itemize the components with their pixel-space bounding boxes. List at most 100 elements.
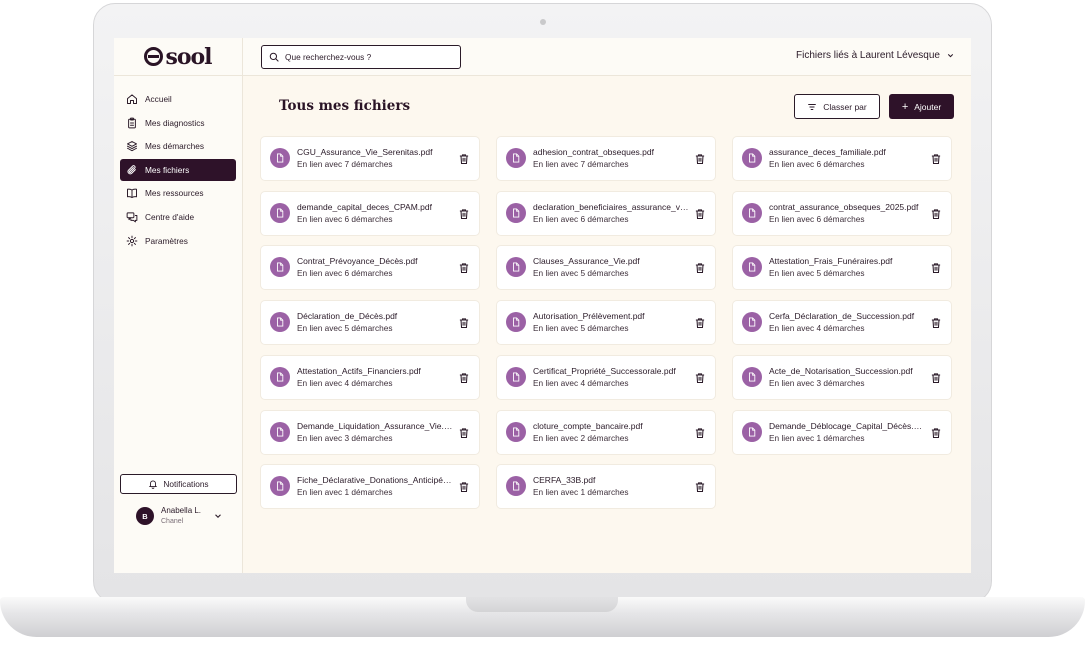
document-icon <box>506 476 526 497</box>
file-name[interactable]: adhesion_contrat_obseques.pdf <box>533 147 689 157</box>
sidebar-nav: Accueil Mes diagnostics Mes démarches Mes f… <box>114 76 242 252</box>
file-card[interactable]: Demande_Déblocage_Capital_Décès.pdf En li… <box>733 410 951 454</box>
trash-icon[interactable] <box>930 371 942 383</box>
chevron-down-icon[interactable] <box>213 511 223 521</box>
file-card[interactable]: Acte_de_Notarisation_Succession.pdf En li… <box>733 355 951 399</box>
logo-mark-icon <box>144 47 164 66</box>
file-links-count: En lien avec 4 démarches <box>297 377 393 388</box>
linked-person-selector[interactable]: Fichiers liés à Laurent Lévesque <box>796 50 955 61</box>
add-button-label: Ajouter <box>914 101 942 112</box>
file-card[interactable]: assurance_deces_familiale.pdf En lien ave… <box>733 137 951 180</box>
document-icon <box>742 148 762 168</box>
file-name[interactable]: Acte_de_Notarisation_Succession.pdf <box>769 366 925 376</box>
trash-icon[interactable] <box>458 316 470 329</box>
file-card[interactable]: adhesion_contrat_obseques.pdf En lien ave… <box>497 137 715 180</box>
trash-icon[interactable] <box>458 371 470 383</box>
logo[interactable]: sool <box>114 38 242 76</box>
trash-icon[interactable] <box>458 207 470 219</box>
plus-icon: + <box>901 100 909 113</box>
trash-icon[interactable] <box>458 480 470 493</box>
sort-button-label: Classer par <box>823 101 867 112</box>
file-card[interactable]: Déclaration_de_Décès.pdf En lien avec 5 d… <box>261 301 479 345</box>
file-card[interactable]: Attestation_Frais_Funéraires.pdf En lien … <box>733 246 951 290</box>
file-name[interactable]: Fiche_Déclarative_Donations_Anticipées.p… <box>297 475 453 485</box>
document-icon <box>742 366 762 387</box>
user-menu[interactable]: B Anabella L. Chanel <box>136 505 223 527</box>
camera-dot <box>540 19 546 25</box>
file-name[interactable]: Déclaration_de_Décès.pdf <box>297 311 453 321</box>
trash-icon[interactable] <box>458 152 470 165</box>
file-card[interactable]: CERFA_33B.pdf En lien avec 1 démarches <box>497 465 715 509</box>
sidebar-item-centre-d-aide[interactable]: Centre d'aide <box>120 206 236 228</box>
file-name[interactable]: Demande_Déblocage_Capital_Décès.pdf <box>769 421 925 431</box>
file-name[interactable]: cloture_compte_bancaire.pdf <box>533 421 689 431</box>
file-name[interactable]: Contrat_Prévoyance_Décès.pdf <box>297 256 453 266</box>
sidebar-item-parametres[interactable]: Paramètres <box>120 230 236 252</box>
file-name[interactable]: Autorisation_Prélèvement.pdf <box>533 311 689 321</box>
add-file-button[interactable]: + Ajouter <box>889 94 954 119</box>
file-card[interactable]: Demande_Liquidation_Assurance_Vie.pdf En … <box>261 410 479 454</box>
search-icon <box>269 52 279 62</box>
sidebar-item-label: Paramètres <box>145 235 188 246</box>
trash-icon[interactable] <box>930 426 942 438</box>
trash-icon[interactable] <box>694 480 706 493</box>
laptop-notch <box>466 597 618 612</box>
file-card[interactable]: declaration_beneficiaires_assurance_vie.… <box>497 191 715 235</box>
file-links-count: En lien avec 7 démarches <box>533 159 629 169</box>
trash-icon[interactable] <box>694 316 706 329</box>
file-card[interactable]: Clauses_Assurance_Vie.pdf En lien avec 5 … <box>497 246 715 290</box>
sidebar-item-mes-demarches[interactable]: Mes démarches <box>120 135 236 157</box>
document-icon <box>270 257 290 278</box>
page-title: Tous mes fichiers <box>279 98 411 114</box>
trash-icon[interactable] <box>930 316 942 329</box>
trash-icon[interactable] <box>694 261 706 274</box>
file-card[interactable]: CGU_Assurance_Vie_Serenitas.pdf En lien a… <box>261 137 479 180</box>
sidebar-item-accueil[interactable]: Accueil <box>120 88 236 110</box>
file-card[interactable]: demande_capital_deces_CPAM.pdf En lien av… <box>261 191 479 235</box>
file-name[interactable]: demande_capital_deces_CPAM.pdf <box>297 202 453 212</box>
file-name[interactable]: Cerfa_Déclaration_de_Succession.pdf <box>769 311 925 321</box>
file-name[interactable]: declaration_beneficiaires_assurance_vie.… <box>533 202 689 212</box>
trash-icon[interactable] <box>694 426 706 438</box>
file-card[interactable]: contrat_assurance_obseques_2025.pdf En li… <box>733 191 951 235</box>
trash-icon[interactable] <box>694 207 706 219</box>
file-card[interactable]: Attestation_Actifs_Financiers.pdf En lien… <box>261 355 479 399</box>
file-name[interactable]: contrat_assurance_obseques_2025.pdf <box>769 202 925 212</box>
file-card[interactable]: Cerfa_Déclaration_de_Succession.pdf En li… <box>733 301 951 345</box>
file-name[interactable]: Clauses_Assurance_Vie.pdf <box>533 256 689 266</box>
trash-icon[interactable] <box>930 207 942 219</box>
sidebar-item-mes-ressources[interactable]: Mes ressources <box>120 182 236 204</box>
file-name[interactable]: Attestation_Actifs_Financiers.pdf <box>297 366 453 376</box>
trash-icon[interactable] <box>930 261 942 274</box>
file-name[interactable]: CGU_Assurance_Vie_Serenitas.pdf <box>297 147 453 157</box>
sidebar-item-mes-diagnostics[interactable]: Mes diagnostics <box>120 112 236 134</box>
file-name[interactable]: assurance_deces_familiale.pdf <box>769 147 925 157</box>
user-name: Anabella L. <box>161 506 202 515</box>
file-card[interactable]: Fiche_Déclarative_Donations_Anticipées.p… <box>261 465 479 509</box>
file-name[interactable]: CERFA_33B.pdf <box>533 475 689 485</box>
search-box[interactable] <box>261 45 461 69</box>
search-input[interactable] <box>285 52 445 62</box>
file-name[interactable]: Attestation_Frais_Funéraires.pdf <box>769 256 925 266</box>
document-icon <box>742 312 762 333</box>
sort-button[interactable]: Classer par <box>794 94 880 119</box>
clipboard-icon <box>126 117 138 129</box>
trash-icon[interactable] <box>694 152 706 165</box>
chat-icon <box>126 211 138 223</box>
avatar: B <box>136 507 154 525</box>
file-card[interactable]: Autorisation_Prélèvement.pdf En lien avec… <box>497 301 715 345</box>
trash-icon[interactable] <box>458 426 470 438</box>
document-icon <box>742 421 762 442</box>
sidebar-item-mes-fichiers[interactable]: Mes fichiers <box>120 158 236 181</box>
document-icon <box>742 202 762 223</box>
trash-icon[interactable] <box>930 152 942 165</box>
file-card[interactable]: cloture_compte_bancaire.pdf En lien avec … <box>497 410 715 454</box>
file-card[interactable]: Certificat_Propriété_Successorale.pdf En … <box>497 355 715 399</box>
trash-icon[interactable] <box>694 371 706 383</box>
notifications-button[interactable]: Notifications <box>120 474 237 494</box>
file-card[interactable]: Contrat_Prévoyance_Décès.pdf En lien avec… <box>261 246 479 290</box>
home-icon <box>126 93 138 105</box>
file-name[interactable]: Demande_Liquidation_Assurance_Vie.pdf <box>297 421 453 431</box>
trash-icon[interactable] <box>458 261 470 274</box>
file-name[interactable]: Certificat_Propriété_Successorale.pdf <box>533 366 689 376</box>
